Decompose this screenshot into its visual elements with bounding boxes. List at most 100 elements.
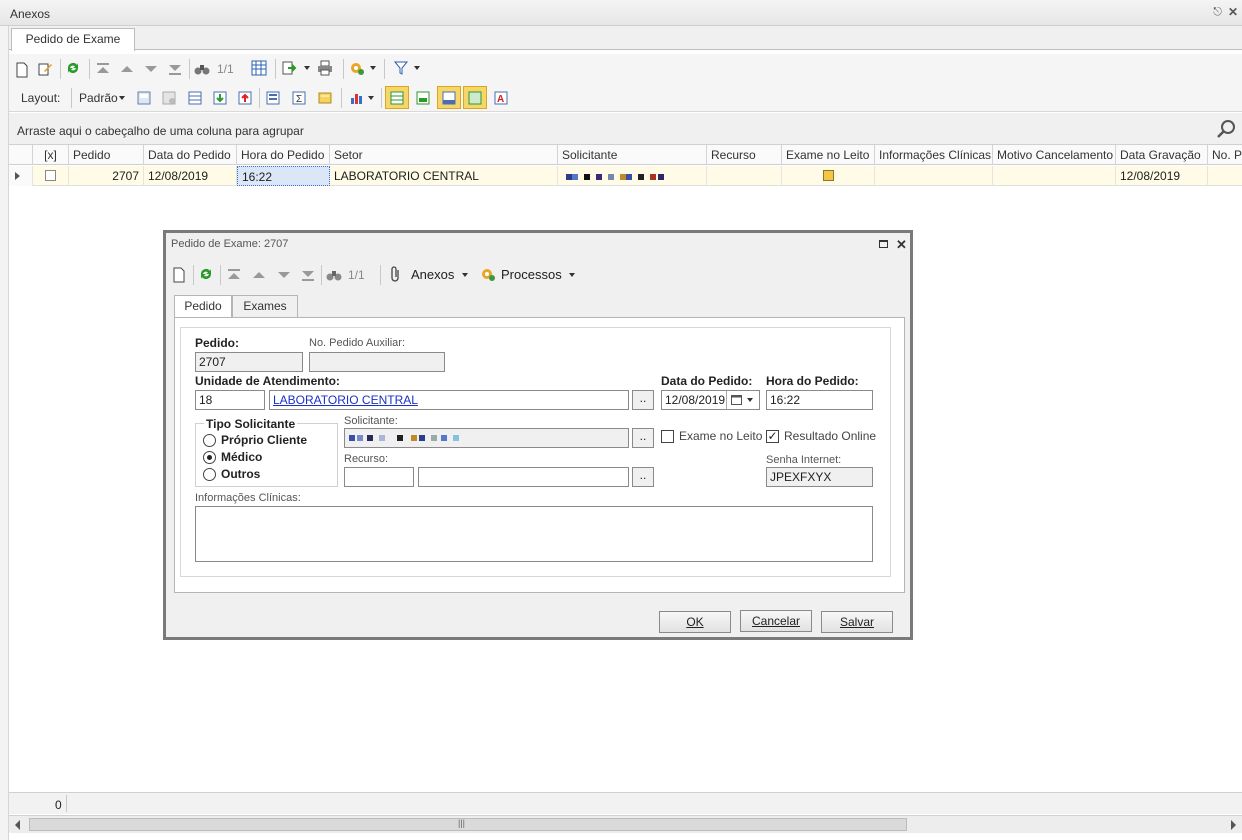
calendar-dropdown-button[interactable] [726,391,759,409]
column-header-motivo-cancelamento[interactable]: Motivo Cancelamento [993,145,1116,165]
import-layout-icon[interactable] [212,90,228,106]
hora-pedido-field[interactable]: 16:22 [766,390,873,410]
tab-pedido-de-exame[interactable]: Pedido de Exame [11,28,135,51]
horizontal-scrollbar[interactable]: ||| [9,815,1242,833]
solicitante-lookup-button[interactable]: .. [632,428,654,448]
unidade-code-field[interactable]: 18 [195,390,265,410]
export-layout-icon[interactable] [237,90,253,106]
scroll-left-icon[interactable] [14,820,22,830]
group-panel-icon[interactable] [265,90,281,106]
table-row[interactable]: 2707 12/08/2019 16:22 LABORATORIO CENTRA… [9,166,1242,186]
recurso-name-field[interactable] [418,467,629,487]
radio-medico-label[interactable]: Médico [221,450,262,464]
cell-data-pedido[interactable]: 12/08/2019 [144,166,237,186]
row-select-cell[interactable] [33,166,69,186]
column-header-setor[interactable]: Setor [330,145,558,165]
unidade-lookup-button[interactable]: .. [632,390,654,410]
resultado-online-label[interactable]: Resultado Online [784,429,876,443]
solicitante-field[interactable] [344,428,629,448]
column-header-informacoes-clinicas[interactable]: Informações Clínicas [875,145,993,165]
process-gear-icon[interactable] [349,60,365,76]
row-checkbox[interactable] [45,170,56,181]
processos-gear-icon[interactable] [480,266,496,282]
chart-dropdown-arrow[interactable] [368,96,374,100]
column-header-select[interactable]: [x] [33,145,69,165]
exame-leito-label[interactable]: Exame no Leito [679,429,762,443]
refresh-icon[interactable] [65,60,81,76]
binoculars-icon[interactable] [194,61,210,77]
column-header-pedido[interactable]: Pedido [69,145,144,165]
filter-dropdown-arrow[interactable] [414,66,420,70]
dialog-close-icon[interactable]: ✕ [896,237,907,253]
paperclip-icon[interactable] [388,266,404,282]
column-header-data-gravacao[interactable]: Data Gravação [1116,145,1208,165]
filter-icon[interactable] [393,60,409,76]
group-by-panel[interactable]: Arraste aqui o cabeçalho de uma coluna p… [9,113,1242,145]
layout-dropdown-arrow[interactable] [119,96,125,100]
resultado-online-checkbox[interactable]: ✓ [766,430,779,443]
close-icon[interactable]: ✕ [1228,5,1238,19]
ok-button[interactable]: OK [659,611,731,633]
salvar-button[interactable]: Salvar [821,611,893,633]
unidade-name-link[interactable]: LABORATORIO CENTRAL [269,390,629,410]
informacoes-clinicas-textarea[interactable] [195,506,873,562]
delete-layout-icon[interactable] [161,90,177,106]
tab-exames[interactable]: Exames [232,295,298,318]
highlight-icon[interactable] [317,90,333,106]
column-header-solicitante[interactable]: Solicitante [558,145,707,165]
previous-record-icon[interactable] [119,61,135,77]
search-icon[interactable] [1216,119,1236,139]
tab-pedido[interactable]: Pedido [174,295,232,319]
processos-menu[interactable]: Processos [501,267,562,282]
next-record-icon[interactable] [143,61,159,77]
new-document-icon[interactable] [14,62,30,78]
cell-setor[interactable]: LABORATORIO CENTRAL [330,166,558,186]
pedido-auxiliar-field[interactable] [309,352,445,372]
summary-icon[interactable]: Σ [291,90,307,106]
dialog-search-binoculars-icon[interactable] [326,267,342,283]
font-icon[interactable]: A [493,90,509,106]
recurso-code-field[interactable] [344,467,414,487]
cell-solicitante-redacted[interactable] [558,166,707,186]
dialog-previous-record-icon[interactable] [251,267,267,283]
export-icon[interactable] [281,60,297,76]
new-record-icon[interactable] [171,267,187,283]
export-dropdown-arrow[interactable] [304,66,310,70]
layout-columns-icon[interactable] [187,90,203,106]
exame-leito-checkbox[interactable] [661,430,674,443]
cell-hora-pedido[interactable]: 16:22 [237,166,330,186]
column-header-exame-leito[interactable]: Exame no Leito [782,145,875,165]
processos-dropdown-arrow[interactable] [569,273,575,277]
cell-no-pedido[interactable] [1208,166,1242,186]
maximize-icon[interactable] [879,240,888,248]
column-header-hora-pedido[interactable]: Hora do Pedido [237,145,330,165]
print-icon[interactable] [317,60,333,76]
anexos-menu[interactable]: Anexos [411,267,454,282]
first-record-icon[interactable] [95,61,111,77]
edit-icon[interactable] [37,61,53,77]
column-header-data-pedido[interactable]: Data do Pedido [144,145,237,165]
pedido-field[interactable]: 2707 [195,352,303,372]
dialog-first-record-icon[interactable] [226,267,242,283]
radio-outros-label[interactable]: Outros [221,467,260,481]
senha-internet-field[interactable]: JPEXFXYX [766,467,873,487]
cell-motivo-cancelamento[interactable] [993,166,1116,186]
scroll-right-icon[interactable] [1229,820,1237,830]
column-header-recurso[interactable]: Recurso [707,145,782,165]
last-record-icon[interactable] [167,61,183,77]
save-layout-icon[interactable] [136,90,152,106]
cell-data-gravacao[interactable]: 12/08/2019 [1116,166,1208,186]
radio-outros[interactable] [203,468,216,481]
cell-recurso[interactable] [707,166,782,186]
column-header-no-pedido[interactable]: No. Pe [1208,145,1242,165]
radio-proprio-cliente[interactable] [203,434,216,447]
radio-proprio-cliente-label[interactable]: Próprio Cliente [221,433,307,447]
layout-select[interactable]: Padrão [79,91,118,105]
auto-filter-icon[interactable] [415,90,431,106]
cell-informacoes-clinicas[interactable] [875,166,993,186]
dialog-next-record-icon[interactable] [276,267,292,283]
dialog-refresh-icon[interactable] [198,266,214,282]
recurso-lookup-button[interactable]: .. [632,467,654,487]
cell-pedido[interactable]: 2707 [69,166,144,186]
grid-view-icon[interactable] [251,60,267,76]
